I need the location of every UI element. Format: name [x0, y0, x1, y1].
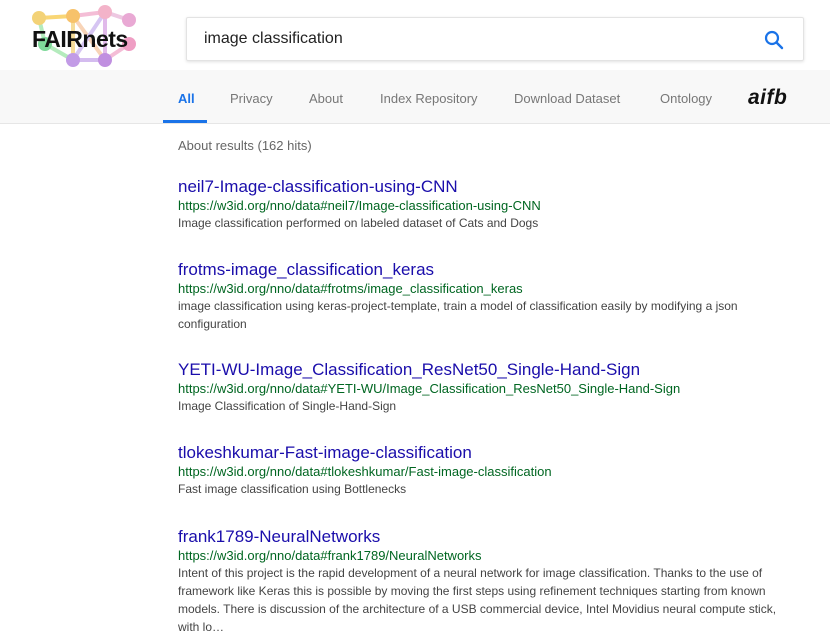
result-title-link[interactable]: frotms-image_classification_keras — [178, 260, 788, 280]
result-url[interactable]: https://w3id.org/nno/data#YETI-WU/Image_… — [178, 380, 788, 397]
result-item: YETI-WU-Image_Classification_ResNet50_Si… — [178, 360, 788, 415]
result-item: tlokeshkumar-Fast-image-classification h… — [178, 443, 788, 498]
result-url[interactable]: https://w3id.org/nno/data#frotms/image_c… — [178, 280, 788, 297]
tab-download-dataset[interactable]: Download Dataset — [514, 91, 620, 106]
result-item: frotms-image_classification_keras https:… — [178, 260, 788, 333]
search-box — [186, 17, 804, 61]
nav-bar: All Privacy About Index Repository Downl… — [0, 70, 830, 124]
tab-index-repository[interactable]: Index Repository — [380, 91, 478, 106]
result-url[interactable]: https://w3id.org/nno/data#neil7/Image-cl… — [178, 197, 788, 214]
result-url[interactable]: https://w3id.org/nno/data#tlokeshkumar/F… — [178, 463, 788, 480]
search-icon[interactable] — [763, 29, 785, 51]
result-description: image classification using keras-project… — [178, 299, 738, 331]
search-input[interactable] — [204, 18, 724, 60]
results-stats: About results (162 hits) — [178, 138, 312, 153]
result-title-link[interactable]: YETI-WU-Image_Classification_ResNet50_Si… — [178, 360, 788, 380]
tab-privacy[interactable]: Privacy — [230, 91, 273, 106]
fairnets-logo[interactable]: FAIRnets — [25, 4, 155, 68]
aifb-logo[interactable]: aifb — [748, 86, 787, 110]
result-description: Fast image classification using Bottlene… — [178, 482, 407, 496]
logo-text: FAIRnets — [32, 26, 128, 52]
result-title-link[interactable]: tlokeshkumar-Fast-image-classification — [178, 443, 788, 463]
tab-all[interactable]: All — [178, 91, 195, 106]
tab-about[interactable]: About — [309, 91, 343, 106]
result-item: frank1789-NeuralNetworks https://w3id.or… — [178, 527, 788, 636]
active-tab-indicator — [163, 120, 207, 123]
result-description: Image Classification of Single-Hand-Sign — [178, 399, 397, 413]
result-title-link[interactable]: frank1789-NeuralNetworks — [178, 527, 788, 547]
tab-ontology[interactable]: Ontology — [660, 91, 712, 106]
result-url[interactable]: https://w3id.org/nno/data#frank1789/Neur… — [178, 547, 788, 564]
result-description: Intent of this project is the rapid deve… — [178, 566, 777, 634]
result-item: neil7-Image-classification-using-CNN htt… — [178, 177, 788, 232]
result-description: Image classification performed on labele… — [178, 216, 539, 230]
result-title-link[interactable]: neil7-Image-classification-using-CNN — [178, 177, 788, 197]
